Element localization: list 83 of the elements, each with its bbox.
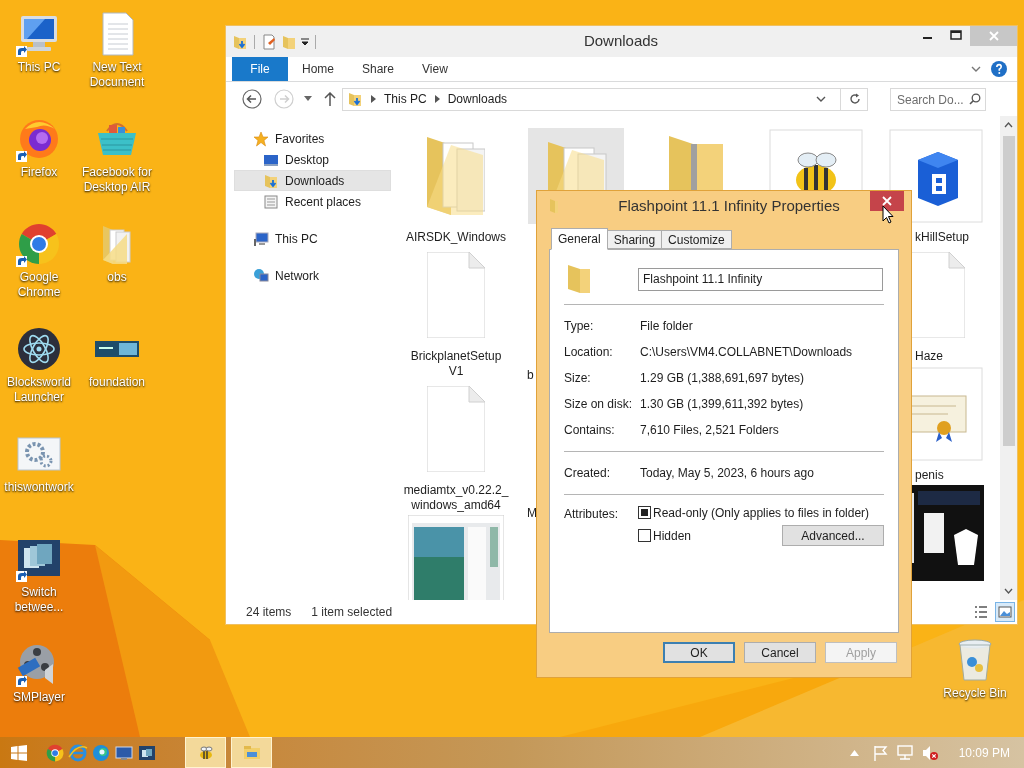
dialog-tab[interactable]: Customize — [662, 230, 732, 249]
up-arrow-icon[interactable] — [324, 92, 336, 106]
property-label: Size on disk: — [564, 396, 634, 413]
property-label: Type: — [564, 318, 595, 335]
volume-muted-icon[interactable] — [921, 744, 938, 761]
large-icons-view-icon[interactable] — [995, 602, 1015, 622]
edge-icon[interactable] — [91, 742, 111, 763]
nav-item[interactable]: This PC — [234, 228, 391, 249]
close-button[interactable] — [870, 191, 904, 211]
address-bar[interactable]: This PC Downloads — [342, 87, 868, 111]
search-field[interactable]: Search Do... — [890, 88, 986, 112]
breadcrumb[interactable]: This PC — [384, 90, 427, 108]
scroll-up-icon[interactable] — [1004, 122, 1013, 128]
property-value: 7,610 Files, 2,521 Folders — [640, 422, 779, 439]
file-name[interactable]: penis — [915, 468, 944, 483]
electron-icon[interactable] — [15, 325, 63, 373]
chevron-down-icon[interactable] — [971, 65, 981, 73]
chevron-right-icon[interactable] — [371, 95, 376, 103]
downloads-folder-icon — [347, 91, 363, 107]
nav-item[interactable]: Favorites — [234, 128, 391, 149]
file-name[interactable]: BrickplanetSetup V1 — [402, 349, 510, 379]
file-name[interactable]: mediamtx_v0.22.2_windows_amd64 — [402, 483, 510, 513]
ribbon-tab[interactable]: Home — [288, 57, 348, 81]
property-label: Contains: — [564, 422, 616, 439]
close-icon — [882, 196, 892, 206]
advanced-button[interactable]: Advanced... — [782, 525, 884, 546]
file-name[interactable]: M — [527, 506, 537, 521]
chevron-down-icon[interactable] — [816, 95, 826, 103]
nav-item[interactable]: Downloads — [234, 170, 391, 191]
property-label: Created: — [564, 465, 612, 482]
property-value: File folder — [640, 318, 693, 335]
downloads-icon — [263, 172, 279, 189]
star-icon — [253, 130, 269, 147]
dialog-button[interactable]: OK — [663, 642, 735, 663]
scroll-down-icon[interactable] — [1004, 588, 1013, 594]
ribbon-tab[interactable]: View — [408, 57, 462, 81]
block-icon[interactable] — [888, 128, 984, 224]
property-label: Location: — [564, 344, 614, 361]
dialog-title: Flashpoint 11.1 Infinity Properties — [618, 195, 840, 216]
property-value: C:\Users\VM4.COLLABNET\Downloads — [640, 344, 853, 361]
property-value: Today, May 5, 2023, 6 hours ago — [640, 465, 814, 482]
breadcrumb[interactable]: Downloads — [447, 90, 508, 108]
chevron-right-icon[interactable] — [434, 95, 440, 103]
properties-icon[interactable] — [261, 33, 277, 50]
windows-start-icon[interactable] — [11, 744, 27, 761]
dropdown-icon[interactable] — [301, 36, 309, 47]
name-field[interactable]: Flashpoint 11.1 Infinity — [638, 267, 883, 291]
file-name[interactable]: kHillSetup — [915, 230, 970, 245]
checkbox[interactable] — [638, 529, 651, 542]
file-name[interactable]: b — [527, 368, 534, 383]
file-name[interactable]: Haze — [915, 349, 943, 364]
mouse-pointer-icon — [882, 205, 894, 224]
property-label: Attributes: — [564, 506, 620, 523]
selection-count: 1 item selected — [311, 604, 393, 621]
recent-icon — [263, 193, 279, 210]
pc-icon — [253, 230, 269, 247]
checkbox-label[interactable]: Read-only (Only applies to files in folder) — [653, 503, 870, 522]
property-value: 1.29 GB (1,388,691,697 bytes) — [640, 370, 805, 387]
taskbar-button[interactable] — [231, 737, 272, 768]
dialog-button[interactable]: Cancel — [744, 642, 816, 663]
item-count: 24 items — [246, 604, 292, 621]
ribbon-tab[interactable]: Share — [348, 57, 409, 81]
window-title: Downloads — [582, 31, 660, 52]
dialog-tab[interactable]: Sharing — [607, 230, 663, 249]
property-label: Size: — [564, 370, 592, 387]
taskbar-button[interactable] — [185, 737, 226, 768]
nav-item[interactable]: Recent places — [234, 191, 391, 212]
help-icon[interactable] — [991, 61, 1007, 77]
close-icon — [988, 31, 999, 41]
nav-item[interactable]: Network — [234, 265, 391, 286]
file-name[interactable]: AIRSDK_Windows — [402, 230, 510, 245]
network-icon — [253, 267, 269, 284]
folder-icon[interactable] — [232, 33, 248, 50]
checkbox-label[interactable]: Hidden — [653, 526, 692, 545]
scrollbar[interactable] — [1000, 116, 1017, 600]
back-icon[interactable] — [242, 89, 262, 109]
property-value: 1.30 GB (1,399,611,392 bytes) — [640, 396, 804, 413]
checkbox[interactable] — [638, 506, 651, 519]
nav-item[interactable]: Desktop — [234, 149, 391, 170]
dialog-tab[interactable]: General — [551, 228, 608, 250]
search-icon — [969, 92, 981, 105]
chrome-icon[interactable] — [45, 742, 65, 763]
refresh-icon[interactable] — [849, 93, 861, 105]
